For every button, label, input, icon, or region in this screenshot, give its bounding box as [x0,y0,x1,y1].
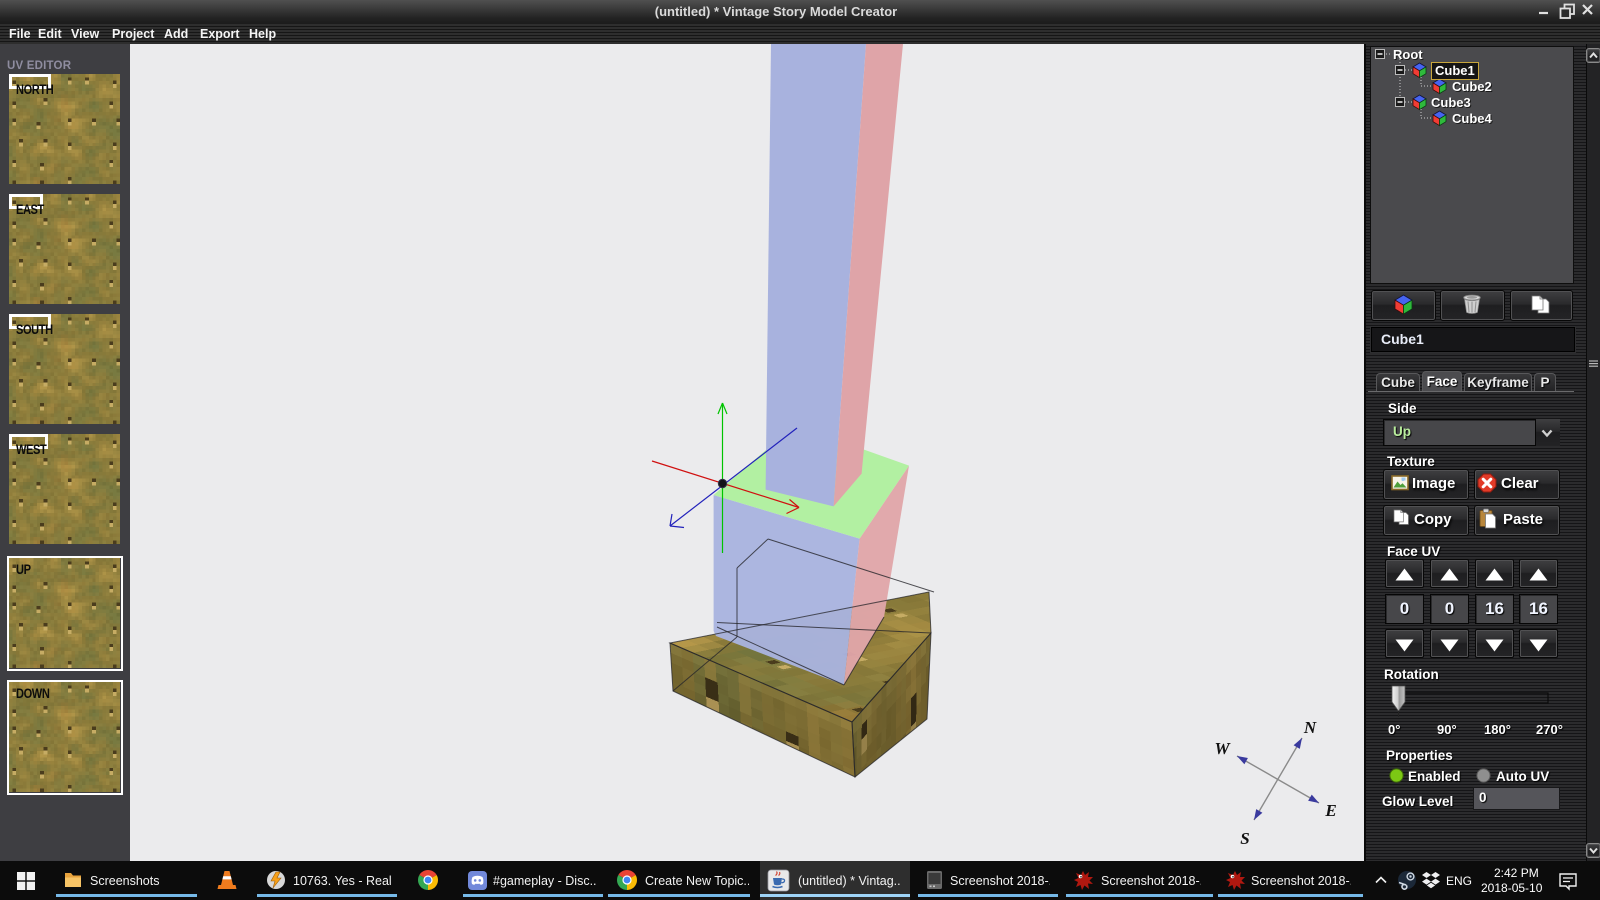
svg-text:W: W [1214,739,1231,758]
svg-text:E: E [1324,801,1336,820]
svg-text:S: S [1240,829,1249,848]
svg-text:N: N [1303,718,1317,737]
